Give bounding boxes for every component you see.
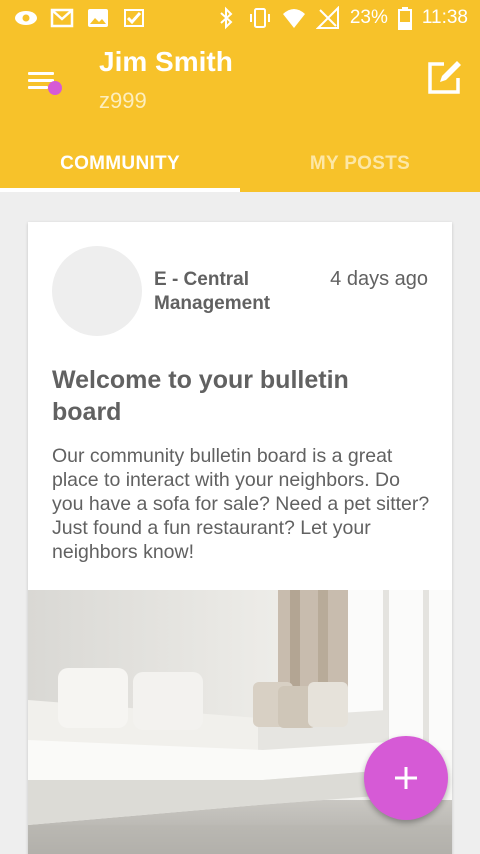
post-body: Our community bulletin board is a great …	[52, 445, 430, 563]
post-title: Welcome to your bulletin board	[52, 366, 349, 426]
vibrate-icon	[249, 8, 270, 28]
tab-my-posts[interactable]: MY POSTS	[240, 136, 480, 192]
bluetooth-icon	[220, 6, 233, 30]
post-timestamp: 4 days ago	[330, 268, 428, 290]
eye-icon	[15, 11, 37, 25]
post-author: E - Central Management	[154, 269, 271, 314]
menu-button[interactable]	[28, 66, 64, 102]
plus-icon	[395, 767, 417, 789]
add-post-button[interactable]	[364, 736, 448, 820]
image-icon	[88, 9, 108, 27]
tab-indicator	[0, 188, 240, 192]
battery-percent: 23%	[349, 7, 388, 28]
gmail-icon	[50, 8, 74, 28]
wifi-icon	[282, 9, 305, 28]
tab-bar: COMMUNITY MY POSTS	[0, 136, 480, 192]
notification-dot	[48, 81, 62, 95]
compose-icon[interactable]	[424, 58, 464, 98]
menu-icon-line	[28, 86, 48, 89]
avatar	[52, 246, 142, 336]
user-id: z999	[99, 88, 147, 113]
no-signal-icon	[315, 6, 339, 29]
check-icon	[124, 9, 144, 27]
tab-community[interactable]: COMMUNITY	[0, 136, 240, 192]
user-name: Jim Smith	[99, 46, 233, 77]
app-header: Jim Smith z999 COMMUNITY MY POSTS	[0, 36, 480, 192]
status-bar: 23% 11:38	[0, 0, 480, 36]
battery-icon	[397, 7, 412, 30]
menu-icon	[28, 72, 54, 75]
clock: 11:38	[421, 7, 468, 28]
